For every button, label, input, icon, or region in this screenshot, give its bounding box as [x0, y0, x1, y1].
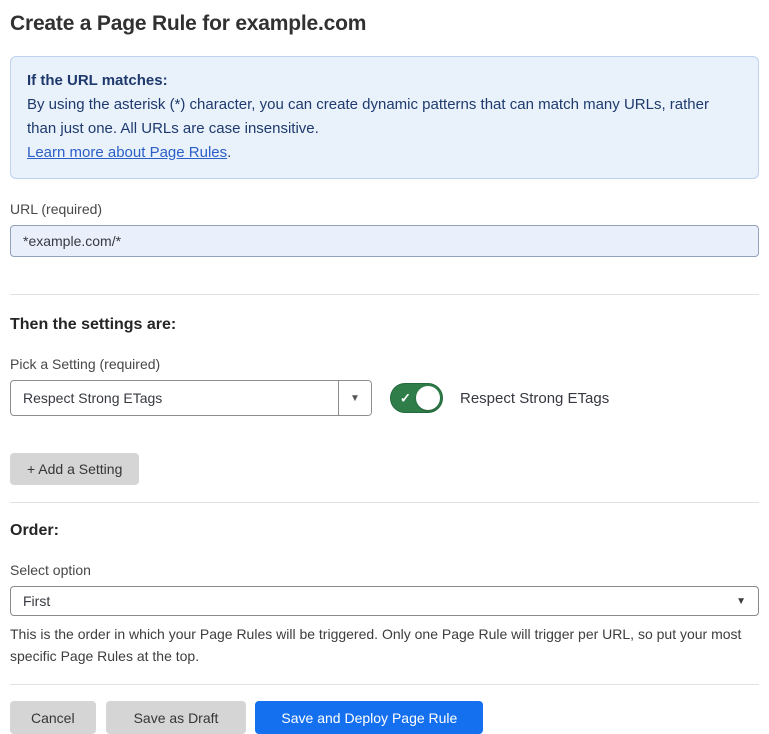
order-select[interactable]: First ▼: [10, 586, 759, 616]
order-select-value: First: [11, 593, 736, 609]
setting-picker-column: Pick a Setting (required) Respect Strong…: [10, 356, 372, 416]
section-divider: [10, 294, 759, 295]
order-section-heading: Order:: [10, 522, 759, 540]
link-suffix: .: [227, 144, 231, 161]
setting-dropdown-value: Respect Strong ETags: [11, 381, 338, 415]
order-select-label: Select option: [10, 562, 759, 578]
create-page-rule-panel: Create a Page Rule for example.com If th…: [0, 0, 769, 734]
setting-row: Pick a Setting (required) Respect Strong…: [10, 356, 759, 416]
chevron-down-icon: ▼: [736, 596, 758, 607]
learn-more-link[interactable]: Learn more about Page Rules: [27, 144, 227, 161]
url-match-info-box: If the URL matches: By using the asteris…: [10, 56, 759, 179]
setting-toggle-label: Respect Strong ETags: [460, 390, 609, 407]
chevron-down-icon: ▼: [350, 393, 360, 404]
info-box-heading: If the URL matches:: [27, 69, 742, 93]
info-box-body: By using the asterisk (*) character, you…: [27, 93, 742, 141]
toggle-knob: [416, 386, 440, 410]
url-field-label: URL (required): [10, 201, 759, 217]
order-help-text: This is the order in which your Page Rul…: [10, 623, 759, 667]
settings-section-heading: Then the settings are:: [10, 316, 759, 334]
section-divider: [10, 502, 759, 503]
dropdown-arrow-button[interactable]: ▼: [338, 381, 371, 415]
section-divider: [10, 684, 759, 685]
check-icon: ✓: [400, 392, 411, 405]
page-title: Create a Page Rule for example.com: [10, 12, 759, 36]
setting-toggle-group: ✓ Respect Strong ETags: [390, 383, 609, 413]
setting-picker-label: Pick a Setting (required): [10, 356, 372, 372]
url-input[interactable]: [10, 225, 759, 257]
add-setting-button[interactable]: + Add a Setting: [10, 453, 139, 485]
setting-dropdown[interactable]: Respect Strong ETags ▼: [10, 380, 372, 416]
info-link-line: Learn more about Page Rules.: [27, 141, 742, 165]
setting-toggle[interactable]: ✓: [390, 383, 443, 413]
